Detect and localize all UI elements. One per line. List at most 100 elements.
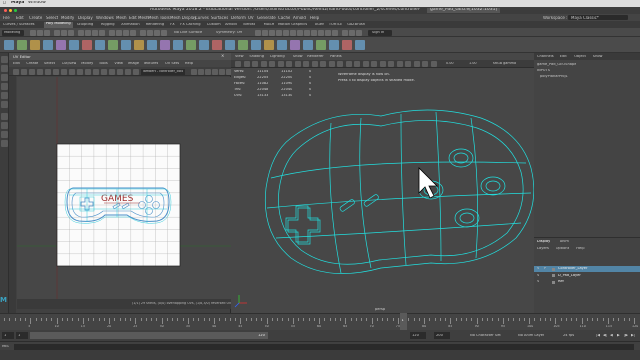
render-tool-icon[interactable] xyxy=(349,29,355,36)
shelf-tab-bifrost[interactable]: Bifrost xyxy=(243,23,255,27)
viewport-tool-icon[interactable] xyxy=(303,61,309,67)
render-tool-icon[interactable] xyxy=(255,29,261,36)
layout-four-icon[interactable] xyxy=(1,122,8,129)
uv-tool-icon[interactable] xyxy=(13,68,19,75)
viewport-tool-icon[interactable] xyxy=(388,61,394,67)
menu-uv[interactable]: UV xyxy=(248,16,254,20)
viewport-tool-icon[interactable] xyxy=(362,61,369,67)
shelf-tab-poly-modeling[interactable]: Poly Modeling xyxy=(43,21,73,28)
shelf-tool-icon[interactable] xyxy=(43,40,53,50)
shelf-tool-icon[interactable] xyxy=(121,40,131,50)
render-tool-icon[interactable] xyxy=(290,29,296,36)
viewport-tool-icon[interactable] xyxy=(405,61,411,67)
uv-menu-uv-sets[interactable]: UV Sets xyxy=(165,62,179,66)
menu-generate[interactable]: Generate xyxy=(257,16,276,20)
shelf-tool-icon[interactable] xyxy=(355,40,365,50)
status-tool-icon[interactable] xyxy=(140,29,146,36)
uv-menu-view[interactable]: View xyxy=(114,62,123,66)
mode-dropdown[interactable]: Modeling xyxy=(2,29,24,36)
uv-menu-help[interactable]: Help xyxy=(185,62,193,66)
playback-button-icon[interactable]: ◀| xyxy=(603,334,607,338)
sign-in-button[interactable]: Sign In xyxy=(368,29,392,36)
shelf-tool-icon[interactable] xyxy=(329,40,339,50)
shelf-tool-icon[interactable] xyxy=(108,40,118,50)
layer-menu-help[interactable]: Help xyxy=(576,247,584,251)
uv-canvas[interactable]: GAMES xyxy=(17,77,231,299)
anim-start-field[interactable]: 1 xyxy=(2,332,14,339)
time-slider[interactable]: 5 10 15 20 25 30 35 40 45 50 55 60 65 70 75 80 85 90 95 100… xyxy=(0,313,640,330)
render-tool-icon[interactable] xyxy=(283,29,289,36)
minimize-window-button[interactable] xyxy=(9,9,12,12)
viewport-tool-icon[interactable] xyxy=(277,61,284,67)
layer-color-swatch[interactable] xyxy=(552,274,555,277)
menu-mesh[interactable]: Mesh xyxy=(116,16,127,20)
shelf-tool-icon[interactable] xyxy=(134,40,144,50)
select-tool-icon[interactable] xyxy=(1,56,8,63)
viewport-tool-icon[interactable] xyxy=(294,61,301,67)
symmetry-dropdown[interactable]: Symmetry: Off xyxy=(216,31,242,35)
viewport-tool-icon[interactable] xyxy=(243,61,250,67)
shelf-tool-icon[interactable] xyxy=(56,40,66,50)
menu-select[interactable]: Select xyxy=(46,16,58,20)
status-tool-icon[interactable] xyxy=(161,29,167,36)
input-node-name[interactable]: polyPlanarProj1 xyxy=(540,75,568,79)
status-tool-icon[interactable] xyxy=(37,29,43,36)
menu-file[interactable]: File xyxy=(3,16,10,20)
shelf-tool-icon[interactable] xyxy=(316,40,326,50)
viewport-tool-icon[interactable] xyxy=(252,61,258,67)
viewport-tool-icon[interactable] xyxy=(413,61,420,67)
render-tool-icon[interactable] xyxy=(342,29,348,36)
menu-cache[interactable]: Cache xyxy=(278,16,290,20)
shelf-tab-fx[interactable]: FX xyxy=(170,23,175,27)
uv-texture-dropdown[interactable]: lambert - controller_colo xyxy=(141,68,185,75)
shelf-tool-icon[interactable] xyxy=(95,40,105,50)
layer-name[interactable]: Ref xyxy=(558,280,564,284)
range-end-field[interactable]: 120 xyxy=(410,332,426,339)
render-tool-icon[interactable] xyxy=(311,29,317,36)
uv-menu-modify[interactable]: Modify xyxy=(81,62,93,66)
viewport-tool-icon[interactable] xyxy=(379,61,386,67)
menu-surfaces[interactable]: Surfaces xyxy=(211,16,228,20)
viewport-tool-icon[interactable] xyxy=(337,61,343,67)
shelf-tool-icon[interactable] xyxy=(342,40,352,50)
gamma-value[interactable]: 1.00 xyxy=(469,62,477,65)
render-tool-icon[interactable] xyxy=(356,29,362,36)
live-surface-label[interactable]: No Live Surface xyxy=(174,31,202,35)
viewport-tool-icon[interactable] xyxy=(269,61,275,67)
menu-modify[interactable]: Modify xyxy=(61,16,74,20)
scale-tool-icon[interactable] xyxy=(1,101,8,108)
status-tool-icon[interactable] xyxy=(154,29,160,36)
playback-button-icon[interactable]: |◀ xyxy=(596,334,600,338)
viewport-menu-shading[interactable]: Shading xyxy=(249,55,264,59)
viewport-tool-icon[interactable] xyxy=(371,61,377,67)
viewport-tool-icon[interactable] xyxy=(260,61,267,67)
status-tool-icon[interactable] xyxy=(123,29,129,36)
viewport-menu-show[interactable]: Show xyxy=(293,55,303,59)
layout-two-icon[interactable] xyxy=(1,131,8,138)
viewport-tool-icon[interactable] xyxy=(311,61,318,67)
render-tool-icon[interactable] xyxy=(262,29,268,36)
shelf-tab-xgen[interactable]: XGen xyxy=(315,23,325,27)
playback-button-icon[interactable]: ▶ xyxy=(617,334,620,338)
layer-visibility-toggle[interactable]: V xyxy=(537,267,539,271)
render-tool-icon[interactable] xyxy=(297,29,303,36)
status-tool-icon[interactable] xyxy=(44,29,50,36)
uv-tool-icon[interactable] xyxy=(53,68,59,75)
viewport-tool-icon[interactable] xyxy=(235,61,241,67)
layer-tab-display[interactable]: Display xyxy=(537,240,550,244)
viewport-menu-panels[interactable]: Panels xyxy=(330,55,342,59)
status-tool-icon[interactable] xyxy=(78,29,84,36)
playback-button-icon[interactable]: ◀ xyxy=(610,334,613,338)
uv-tool-icon[interactable] xyxy=(133,68,139,75)
layout-single-icon[interactable] xyxy=(1,113,8,120)
layer-visibility-toggle[interactable]: V xyxy=(537,274,539,278)
shelf-tab-animation[interactable]: Animation xyxy=(121,23,139,27)
viewport-menu-renderer[interactable]: Renderer xyxy=(307,55,323,59)
uv-tool-icon[interactable] xyxy=(29,68,35,75)
uv-tool-icon[interactable] xyxy=(37,68,43,75)
layer-color-swatch[interactable] xyxy=(552,267,555,271)
shelf-tab-turtle[interactable]: TURTLE xyxy=(329,23,343,27)
channel-menu-show[interactable]: Show xyxy=(593,55,603,59)
uv-tool-icon[interactable] xyxy=(61,68,67,75)
menu-mesh-tools[interactable]: Mesh Tools xyxy=(148,16,170,20)
